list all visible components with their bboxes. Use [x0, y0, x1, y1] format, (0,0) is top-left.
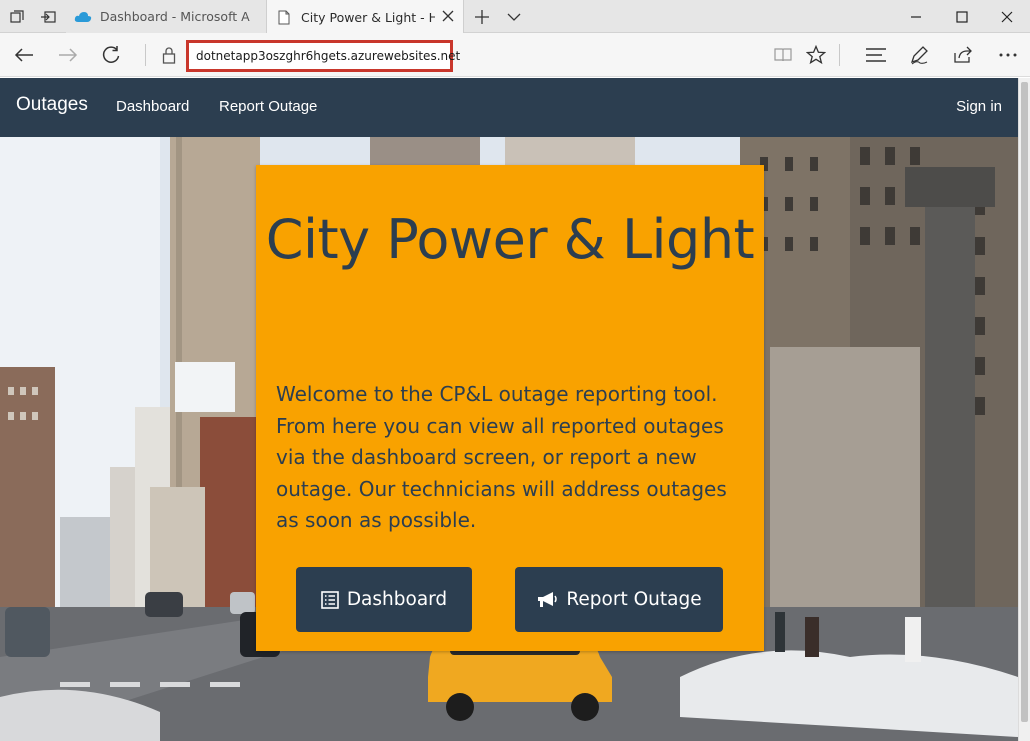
favorite-star-icon[interactable]: [802, 41, 830, 69]
page-title: City Power & Light: [265, 208, 755, 271]
set-aside-tabs-icon[interactable]: [37, 6, 59, 28]
page-icon: [275, 9, 293, 25]
tab-dashboard-azure[interactable]: Dashboard - Microsoft Azur: [66, 0, 266, 33]
welcome-text: Welcome to the CP&L outage reporting too…: [276, 382, 727, 532]
forward-arrow-icon[interactable]: [54, 41, 82, 69]
hub-icon[interactable]: [862, 41, 890, 69]
list-icon: [321, 590, 339, 609]
browser-toolbar: [0, 33, 1030, 77]
new-tab-icon[interactable]: [470, 5, 494, 29]
minimize-icon[interactable]: [893, 0, 939, 33]
report-outage-button-label: Report Outage: [566, 589, 702, 610]
page-scrollbar[interactable]: [1018, 78, 1030, 741]
site-navbar: Outages Dashboard Report Outage Sign in: [0, 78, 1018, 137]
dashboard-button-label: Dashboard: [346, 589, 448, 610]
report-outage-button[interactable]: Report Outage: [515, 567, 723, 632]
chevron-down-icon[interactable]: [502, 5, 526, 29]
back-arrow-icon[interactable]: [10, 41, 38, 69]
maximize-icon[interactable]: [939, 0, 985, 33]
scrollbar-thumb[interactable]: [1021, 82, 1028, 722]
tab-city-power-light[interactable]: City Power & Light - Ho: [266, 0, 464, 34]
reading-view-icon[interactable]: [769, 41, 797, 69]
close-window-icon[interactable]: [984, 0, 1030, 33]
nav-link-dashboard[interactable]: Dashboard: [116, 98, 189, 115]
pen-note-icon[interactable]: [905, 41, 933, 69]
bullhorn-icon: [536, 591, 558, 609]
share-icon[interactable]: [949, 41, 977, 69]
brand-link[interactable]: Outages: [16, 94, 88, 116]
refresh-icon[interactable]: [97, 41, 125, 69]
close-tab-icon[interactable]: [441, 9, 455, 23]
welcome-card: City Power & Light Welcome to the CP&L o…: [256, 165, 764, 651]
dashboard-button[interactable]: Dashboard: [296, 567, 472, 632]
tab-manager-icon[interactable]: [6, 6, 28, 28]
tab-title: City Power & Light - Ho: [301, 9, 435, 25]
address-bar-input[interactable]: dotnetapp3oszghr6hgets.azurewebsites.net: [186, 40, 460, 72]
browser-tab-strip: Dashboard - Microsoft Azur City Power & …: [0, 0, 1030, 34]
more-options-icon[interactable]: [994, 41, 1022, 69]
sign-in-link[interactable]: Sign in: [956, 98, 1002, 115]
nav-link-report-outage[interactable]: Report Outage: [219, 98, 317, 115]
lock-icon: [155, 41, 183, 69]
cloud-icon: [74, 9, 92, 25]
tab-title: Dashboard - Microsoft Azur: [100, 9, 250, 24]
